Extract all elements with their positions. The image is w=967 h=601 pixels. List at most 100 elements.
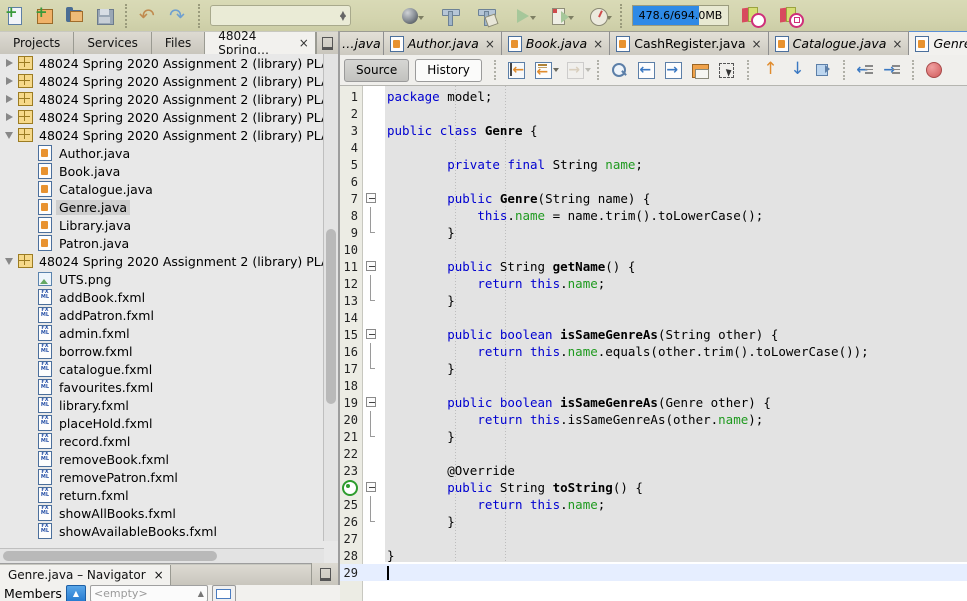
close-icon[interactable]: × xyxy=(299,36,309,50)
tree-item[interactable]: 48024 Spring 2020 Assignment 2 (library)… xyxy=(0,54,324,72)
override-annotation-icon[interactable] xyxy=(340,478,362,497)
panel-tab-files[interactable]: Files xyxy=(151,32,206,54)
back-button[interactable]: ← xyxy=(530,58,557,82)
build-project-button[interactable] xyxy=(435,2,465,29)
fold-toggle[interactable] xyxy=(362,326,384,343)
fold-toggle[interactable] xyxy=(362,394,384,411)
editor-tab-cashregisterjava[interactable]: CashRegister.java × xyxy=(610,31,769,55)
tree-item[interactable]: FX ML catalogue.fxml xyxy=(0,360,324,378)
profile-project-button[interactable] xyxy=(585,2,615,29)
tree-item[interactable]: FX ML addPatron.fxml xyxy=(0,306,324,324)
undo-button[interactable]: ↶ xyxy=(133,2,163,29)
tree-item[interactable]: FX ML library.fxml xyxy=(0,396,324,414)
project-tree-horizontal-scrollbar[interactable] xyxy=(0,548,324,563)
set-main-project-button[interactable] xyxy=(397,2,427,29)
close-icon[interactable]: × xyxy=(154,568,164,582)
close-icon[interactable]: × xyxy=(892,37,902,51)
toggle-bookmark-button[interactable] xyxy=(687,58,714,82)
editor-tab-java[interactable]: …java xyxy=(340,31,384,55)
editor-tab-authorjava[interactable]: Author.java × xyxy=(383,31,502,55)
tree-item[interactable]: Author.java xyxy=(0,144,324,162)
last-edit-button[interactable]: ← xyxy=(503,58,530,82)
tree-item[interactable]: UTS.png xyxy=(0,270,324,288)
fold-toggle[interactable] xyxy=(362,190,384,207)
panel-tab-projects[interactable]: Projects xyxy=(0,32,75,54)
expand-triangle-icon[interactable] xyxy=(2,113,16,121)
project-tree-vertical-scrollbar[interactable] xyxy=(323,54,338,541)
tree-item[interactable]: Catalogue.java xyxy=(0,180,324,198)
memory-usage-indicator[interactable]: 478.6/694.0MB xyxy=(632,5,729,26)
new-project-button[interactable]: + xyxy=(30,2,60,29)
panel-minimize-button[interactable] xyxy=(315,32,338,54)
shift-right-button[interactable]: → xyxy=(879,58,906,82)
next-bookmark-button[interactable]: → xyxy=(660,58,687,82)
tree-item[interactable]: 48024 Spring 2020 Assignment 2 (library)… xyxy=(0,252,324,270)
run-configuration-combo[interactable]: ▲ ▼ xyxy=(210,5,351,26)
tree-item[interactable]: 48024 Spring 2020 Assignment 2 (library)… xyxy=(0,72,324,90)
tree-item[interactable]: FX ML showAllBooks.fxml xyxy=(0,504,324,522)
new-file-button[interactable]: + xyxy=(0,2,30,29)
close-icon[interactable]: × xyxy=(593,37,603,51)
tree-item[interactable]: FX ML admin.fxml xyxy=(0,324,324,342)
fold-toggle[interactable] xyxy=(362,258,384,275)
tree-item[interactable]: FX ML return.fxml xyxy=(0,486,324,504)
close-icon[interactable]: × xyxy=(485,37,495,51)
editor-tab-bookjava[interactable]: Book.java × xyxy=(501,31,611,55)
scroll-thumb[interactable] xyxy=(326,229,336,404)
collapse-triangle-icon[interactable] xyxy=(2,131,16,139)
clean-and-build-button[interactable] xyxy=(471,2,501,29)
shift-left-button[interactable]: ← xyxy=(852,58,879,82)
navigator-layout-button[interactable] xyxy=(211,584,236,601)
tree-item[interactable]: FX ML placeHold.fxml xyxy=(0,414,324,432)
project-tree[interactable]: 48024 Spring 2020 Assignment 2 (library)… xyxy=(0,54,324,541)
previous-error-button[interactable]: ↑ xyxy=(756,58,783,82)
tab-source[interactable]: Source xyxy=(344,58,410,82)
tab-history[interactable]: History xyxy=(415,58,482,82)
expand-triangle-icon[interactable] xyxy=(2,59,16,67)
tree-item[interactable]: FX ML record.fxml xyxy=(0,432,324,450)
redo-button[interactable]: ↷ xyxy=(163,2,193,29)
collapse-triangle-icon[interactable] xyxy=(2,257,16,265)
tree-item[interactable]: 48024 Spring 2020 Assignment 2 (library)… xyxy=(0,90,324,108)
tree-item[interactable]: Patron.java xyxy=(0,234,324,252)
panel-tab-48024-spring[interactable]: 48024 Spring… × xyxy=(205,29,316,57)
next-error-button[interactable]: ↓ xyxy=(783,58,810,82)
navigator-tab[interactable]: Genre.java – Navigator × xyxy=(0,565,171,585)
tree-item[interactable]: Library.java xyxy=(0,216,324,234)
tree-item[interactable]: Genre.java xyxy=(0,198,324,216)
navigator-minimize-button[interactable] xyxy=(311,563,338,585)
save-all-button[interactable] xyxy=(90,2,120,29)
tree-item[interactable]: FX ML borrow.fxml xyxy=(0,342,324,360)
tree-item[interactable]: FX ML removeBook.fxml xyxy=(0,450,324,468)
toggle-highlight-button[interactable] xyxy=(810,58,837,82)
expand-triangle-icon[interactable] xyxy=(2,77,16,85)
forward-history-chevron-icon[interactable] xyxy=(584,68,591,72)
expand-triangle-icon[interactable] xyxy=(2,95,16,103)
tree-item[interactable]: Book.java xyxy=(0,162,324,180)
debug-project-button[interactable] xyxy=(547,2,577,29)
close-icon[interactable]: × xyxy=(752,37,762,51)
navigator-filter-button[interactable]: ▲ xyxy=(65,584,86,601)
tree-item[interactable]: FX ML addBook.fxml xyxy=(0,288,324,306)
select-rectangular-button[interactable] xyxy=(714,58,741,82)
panel-tab-services[interactable]: Services xyxy=(74,32,152,54)
tree-item[interactable]: FX ML showAvailableBooks.fxml xyxy=(0,522,324,540)
stop-button[interactable] xyxy=(921,58,948,82)
open-project-button[interactable] xyxy=(60,2,90,29)
tree-item[interactable]: FX ML removePatron.fxml xyxy=(0,468,324,486)
tree-item[interactable]: FX ML favourites.fxml xyxy=(0,378,324,396)
run-project-button[interactable] xyxy=(509,2,539,29)
tree-item[interactable]: 48024 Spring 2020 Assignment 2 (library)… xyxy=(0,108,324,126)
fold-toggle[interactable] xyxy=(362,479,384,496)
code-editor[interactable]: 1 package model; 2 3 public class Genre {4 5 … xyxy=(340,86,967,601)
scroll-thumb-horizontal[interactable] xyxy=(3,551,217,561)
find-selection-button[interactable] xyxy=(606,58,633,82)
editor-tab-cataloguejava[interactable]: Catalogue.java × xyxy=(768,31,910,55)
editor-tab-genrejava[interactable]: Genre.java× xyxy=(909,31,967,55)
tree-item[interactable]: 48024 Spring 2020 Assignment 2 (library)… xyxy=(0,126,324,144)
history-button[interactable] xyxy=(737,2,767,29)
navigator-filter-combo[interactable]: <empty> ▲ xyxy=(89,585,208,601)
previous-bookmark-button[interactable]: ← xyxy=(633,58,660,82)
tree-item[interactable]: FXMLshowBooksByAuthor.fxml xyxy=(0,540,324,541)
stop-build-button[interactable] xyxy=(775,2,805,29)
